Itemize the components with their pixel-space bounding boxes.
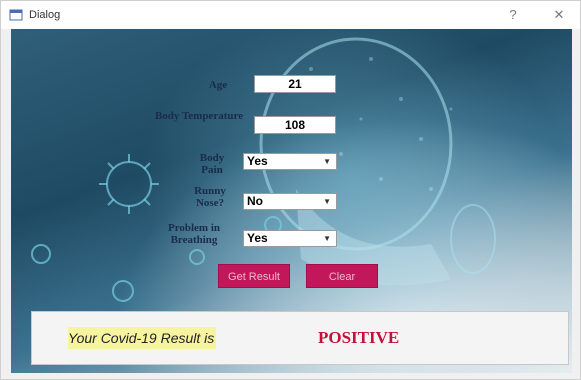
chevron-down-icon: ▼ <box>323 157 331 166</box>
dialog-window: Dialog ? ✕ Age 21 Body Temperature 108 B… <box>0 0 581 380</box>
help-button[interactable]: ? <box>504 7 522 23</box>
clear-button[interactable]: Clear <box>306 264 378 288</box>
result-label: Your Covid-19 Result is <box>68 327 217 349</box>
form-area: Age 21 Body Temperature 108 Body Pain Ye… <box>11 29 572 373</box>
breathing-problem-select[interactable]: Yes ▼ <box>243 230 337 247</box>
runny-nose-select[interactable]: No ▼ <box>243 193 337 210</box>
chevron-down-icon: ▼ <box>323 234 331 243</box>
runny-nose-label: Runny Nose? <box>194 185 226 209</box>
body-temperature-label: Body Temperature <box>154 110 244 122</box>
app-icon <box>9 8 23 22</box>
close-button[interactable]: ✕ <box>550 7 568 23</box>
age-input[interactable]: 21 <box>254 75 336 93</box>
result-panel: Your Covid-19 Result is POSITIVE <box>31 311 569 365</box>
body-pain-label: Body Pain <box>199 152 225 176</box>
breathing-problem-value: Yes <box>247 231 268 245</box>
body-pain-value: Yes <box>247 154 268 168</box>
result-value: POSITIVE <box>318 328 400 347</box>
window-title: Dialog <box>29 9 61 21</box>
age-label: Age <box>208 79 228 91</box>
body-pain-select[interactable]: Yes ▼ <box>243 153 337 170</box>
runny-nose-value: No <box>247 194 263 208</box>
breathing-problem-label: Problem in Breathing <box>167 222 221 246</box>
body-temperature-input[interactable]: 108 <box>254 116 336 134</box>
chevron-down-icon: ▼ <box>323 197 331 206</box>
title-bar: Dialog ? ✕ <box>1 1 580 29</box>
get-result-button[interactable]: Get Result <box>218 264 290 288</box>
